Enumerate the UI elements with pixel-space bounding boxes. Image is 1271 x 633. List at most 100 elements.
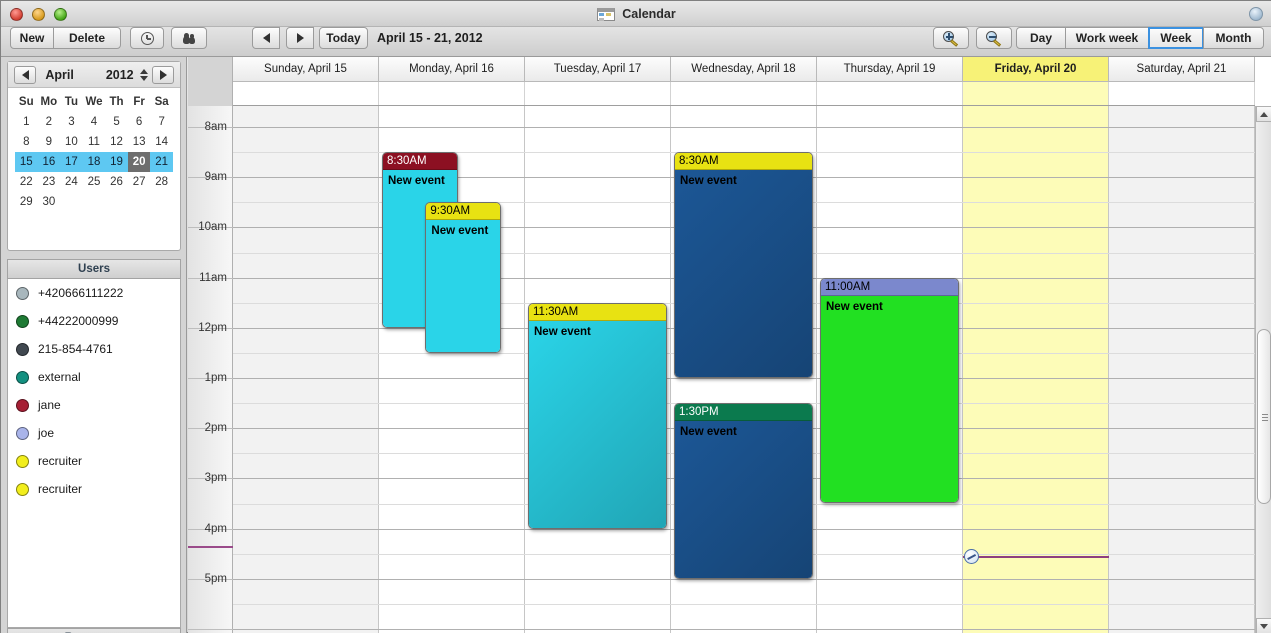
window-options-button[interactable] [1249, 7, 1263, 21]
event-time-label: 9:30AM [426, 203, 500, 221]
year-stepper[interactable] [139, 68, 149, 82]
delete-event-button[interactable]: Delete [53, 27, 121, 49]
users-list[interactable]: +420666111222 +44222000999 215-854-4761 ext… [7, 279, 181, 628]
calendar-event[interactable]: 8:30AM New event [674, 152, 813, 378]
mini-calendar-day-24[interactable]: 24 [60, 172, 83, 192]
window-title-group: Calendar [1, 1, 1271, 27]
mini-calendar-day-29[interactable]: 29 [15, 192, 38, 212]
mini-calendar-day-2[interactable]: 2 [38, 112, 61, 132]
mini-calendar-year-label: 2012 [105, 67, 134, 82]
next-week-button[interactable] [286, 27, 314, 49]
mini-calendar-prev-button[interactable] [14, 66, 36, 84]
view-month-button[interactable]: Month [1203, 27, 1264, 49]
maximize-window-button[interactable] [54, 8, 67, 21]
calendar-event[interactable]: 1:30PM New event [674, 403, 813, 579]
mini-calendar-day-10[interactable]: 10 [60, 132, 83, 152]
all-day-cell-4[interactable] [817, 82, 963, 105]
day-header-1[interactable]: Monday, April 16 [379, 57, 525, 82]
clock-toolbar-button[interactable] [130, 27, 164, 49]
mini-calendar-weekday-su: Su [18, 96, 34, 108]
calendar-event[interactable]: 11:00AM New event [820, 277, 959, 504]
mini-calendar-day-13[interactable]: 13 [128, 132, 151, 152]
day-header-6[interactable]: Saturday, April 21 [1109, 57, 1255, 82]
user-list-item[interactable]: joe [8, 419, 180, 447]
mini-calendar-day-17[interactable]: 17 [60, 152, 83, 172]
mini-calendar-day-11[interactable]: 11 [83, 132, 106, 152]
mini-calendar-next-button[interactable] [152, 66, 174, 84]
all-day-cell-0[interactable] [233, 82, 379, 105]
calendar-event[interactable]: 9:30AM New event [425, 202, 501, 353]
new-event-button[interactable]: New [10, 27, 54, 49]
mini-calendar-day-15[interactable]: 15 [15, 152, 38, 172]
all-day-cell-6[interactable] [1109, 82, 1255, 105]
mini-calendar-day-16[interactable]: 16 [37, 152, 61, 172]
hour-gridline [233, 378, 1255, 379]
main-toolbar: New Delete Today April 15 - 21, 2012 Day… [1, 27, 1271, 57]
user-list-item[interactable]: external [8, 363, 180, 391]
users-panel-header[interactable]: Users [7, 259, 181, 279]
mini-calendar-day-25[interactable]: 25 [83, 172, 106, 192]
half-hour-gridline [233, 603, 1255, 605]
all-day-cell-3[interactable] [671, 82, 817, 105]
close-window-button[interactable] [10, 8, 23, 21]
calendar-event[interactable]: 11:30AM New event [528, 302, 667, 529]
today-button[interactable]: Today [319, 27, 368, 49]
view-day-button[interactable]: Day [1016, 27, 1066, 49]
mini-calendar-day-12[interactable]: 12 [105, 132, 128, 152]
user-list-item[interactable]: +420666111222 [8, 279, 180, 307]
user-list-item[interactable]: +44222000999 [8, 307, 180, 335]
users-toolbar-button[interactable] [171, 27, 207, 49]
view-work-week-button[interactable]: Work week [1065, 27, 1149, 49]
time-gutter: 8am 9am 10am 11am 12pm 1pm 2pm 3pm 4pm 5pm [188, 106, 233, 633]
user-list-item[interactable]: 215-854-4761 [8, 335, 180, 363]
week-grid[interactable]: 8:30AM New event 9:30AM New event 11:30AM New… [233, 106, 1255, 633]
mini-calendar-day-26[interactable]: 26 [105, 172, 128, 192]
mini-calendar-header: April 2012 [8, 62, 180, 88]
all-day-cell-5[interactable] [963, 82, 1109, 105]
mini-calendar-day-22[interactable]: 22 [15, 172, 38, 192]
day-header-0[interactable]: Sunday, April 15 [233, 57, 379, 82]
scroll-down-icon [1260, 623, 1268, 629]
minimize-window-button[interactable] [32, 8, 45, 21]
mini-calendar-day-30[interactable]: 30 [38, 192, 61, 212]
view-week-button[interactable]: Week [1148, 27, 1204, 49]
all-day-cell-2[interactable] [525, 82, 671, 105]
day-header-2[interactable]: Tuesday, April 17 [525, 57, 671, 82]
all-day-row[interactable] [233, 82, 1255, 106]
scroll-thumb[interactable] [1257, 329, 1271, 504]
event-time-label: 8:30AM [383, 153, 457, 171]
all-day-cell-1[interactable] [379, 82, 525, 105]
mini-calendar-day-5[interactable]: 5 [105, 112, 128, 132]
mini-calendar-day-4[interactable]: 4 [83, 112, 106, 132]
resources-panel-header[interactable]: Resources [7, 628, 181, 633]
vertical-scrollbar[interactable] [1255, 106, 1271, 633]
previous-week-button[interactable] [252, 27, 280, 49]
mini-calendar-day-18[interactable]: 18 [82, 152, 106, 172]
zoom-out-button[interactable] [976, 27, 1012, 49]
mini-calendar-day-28[interactable]: 28 [150, 172, 173, 192]
day-header-3[interactable]: Wednesday, April 18 [671, 57, 817, 82]
user-list-item[interactable]: jane [8, 391, 180, 419]
user-list-item[interactable]: recruiter [8, 475, 180, 503]
calendar-scroll-area: 8am 9am 10am 11am 12pm 1pm 2pm 3pm 4pm 5pm 8:30AM… [188, 106, 1255, 633]
mini-calendar-day-23[interactable]: 23 [38, 172, 61, 192]
mini-calendar-day-27[interactable]: 27 [128, 172, 151, 192]
mini-calendar-day-9[interactable]: 9 [38, 132, 61, 152]
day-header-5[interactable]: Friday, April 20 [963, 57, 1109, 82]
mini-calendar-day-8[interactable]: 8 [15, 132, 38, 152]
mini-calendar-day-6[interactable]: 6 [128, 112, 151, 132]
mini-calendar-day-7[interactable]: 7 [150, 112, 173, 132]
zoom-in-button[interactable] [933, 27, 969, 49]
mini-calendar-day-1[interactable]: 1 [15, 112, 38, 132]
mini-calendar-day-19[interactable]: 19 [105, 152, 128, 172]
user-list-item[interactable]: recruiter [8, 447, 180, 475]
scroll-up-button[interactable] [1256, 106, 1271, 122]
mini-calendar-day-21[interactable]: 21 [150, 152, 173, 172]
scroll-down-button[interactable] [1256, 618, 1271, 633]
mini-calendar-day-3[interactable]: 3 [60, 112, 83, 132]
mini-calendar-day-14[interactable]: 14 [150, 132, 173, 152]
mini-calendar-day-20[interactable]: 20 [127, 152, 151, 172]
mini-calendar-week-row: 8 9 10 11 12 13 14 [15, 132, 173, 152]
hour-gridline [233, 578, 1255, 580]
day-header-4[interactable]: Thursday, April 19 [817, 57, 963, 82]
